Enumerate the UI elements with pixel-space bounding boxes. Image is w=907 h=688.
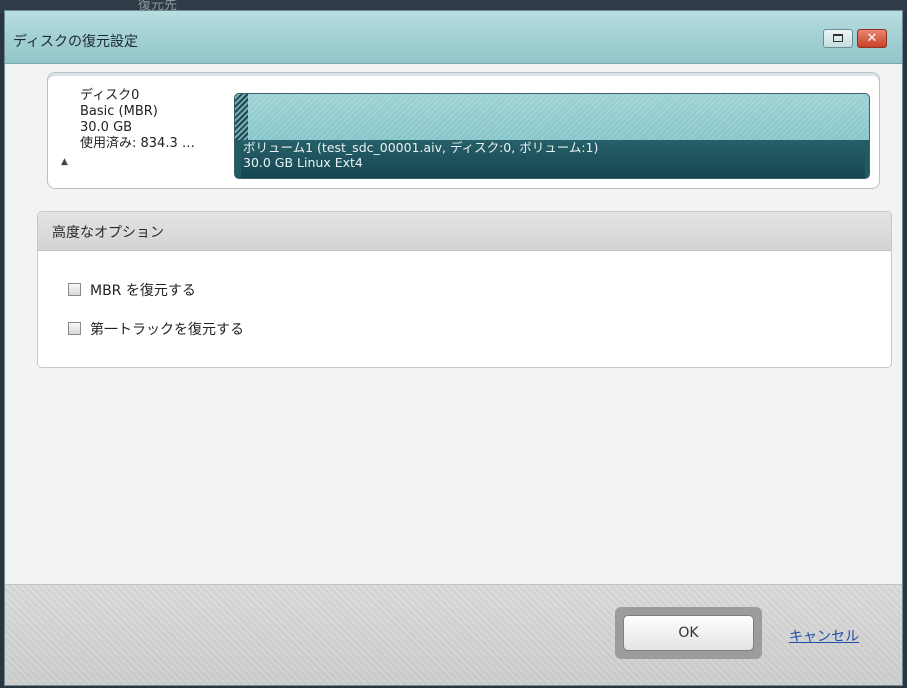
restore-first-track-label: 第一トラックを復元する: [90, 322, 244, 338]
ok-button[interactable]: OK: [623, 615, 754, 651]
disk-panel: ディスク0 Basic (MBR) 30.0 GB 使用済み: 834.3 … …: [47, 72, 880, 189]
volume-used-area: [235, 94, 248, 140]
close-icon: ✕: [866, 31, 878, 46]
ok-button-frame: OK: [615, 607, 762, 659]
title-bar[interactable]: ディスクの復元設定 ✕: [5, 11, 902, 64]
advanced-options-header: 高度なオプション: [38, 212, 891, 251]
disk-used: 使用済み: 834.3 …: [80, 136, 195, 151]
collapse-arrow-icon[interactable]: ▲: [61, 157, 68, 167]
dialog-title: ディスクの復元設定: [13, 34, 139, 50]
restore-mbr-checkbox[interactable]: [68, 283, 81, 296]
disk-name: ディスク0: [80, 88, 140, 103]
restore-first-track-checkbox[interactable]: [68, 322, 81, 335]
volume-detail: 30.0 GB Linux Ext4: [243, 155, 363, 170]
volume-title: ボリューム1 (test_sdc_00001.aiv, ディスク:0, ボリュー…: [243, 140, 599, 155]
restore-window-icon: [833, 34, 843, 42]
restore-window-button[interactable]: [823, 29, 853, 48]
advanced-options-title: 高度なオプション: [52, 225, 164, 241]
restore-settings-dialog: ディスクの復元設定 ✕ ディスク0 Basic (MBR) 30.0 GB 使用…: [4, 10, 903, 686]
volume-bar[interactable]: ボリューム1 (test_sdc_00001.aiv, ディスク:0, ボリュー…: [234, 93, 870, 179]
disk-scheme: Basic (MBR): [80, 104, 158, 119]
dialog-footer: OK キャンセル: [5, 584, 902, 685]
volume-label: ボリューム1 (test_sdc_00001.aiv, ディスク:0, ボリュー…: [241, 140, 865, 178]
disk-size: 30.0 GB: [80, 120, 133, 135]
close-button[interactable]: ✕: [857, 29, 887, 48]
restore-mbr-label: MBR を復元する: [90, 283, 196, 299]
advanced-options-panel: 高度なオプション MBR を復元する 第一トラックを復元する: [37, 211, 892, 368]
disk-info: ディスク0 Basic (MBR) 30.0 GB 使用済み: 834.3 …: [80, 88, 195, 152]
cancel-link[interactable]: キャンセル: [789, 626, 859, 646]
volume-free-area: [235, 94, 869, 140]
